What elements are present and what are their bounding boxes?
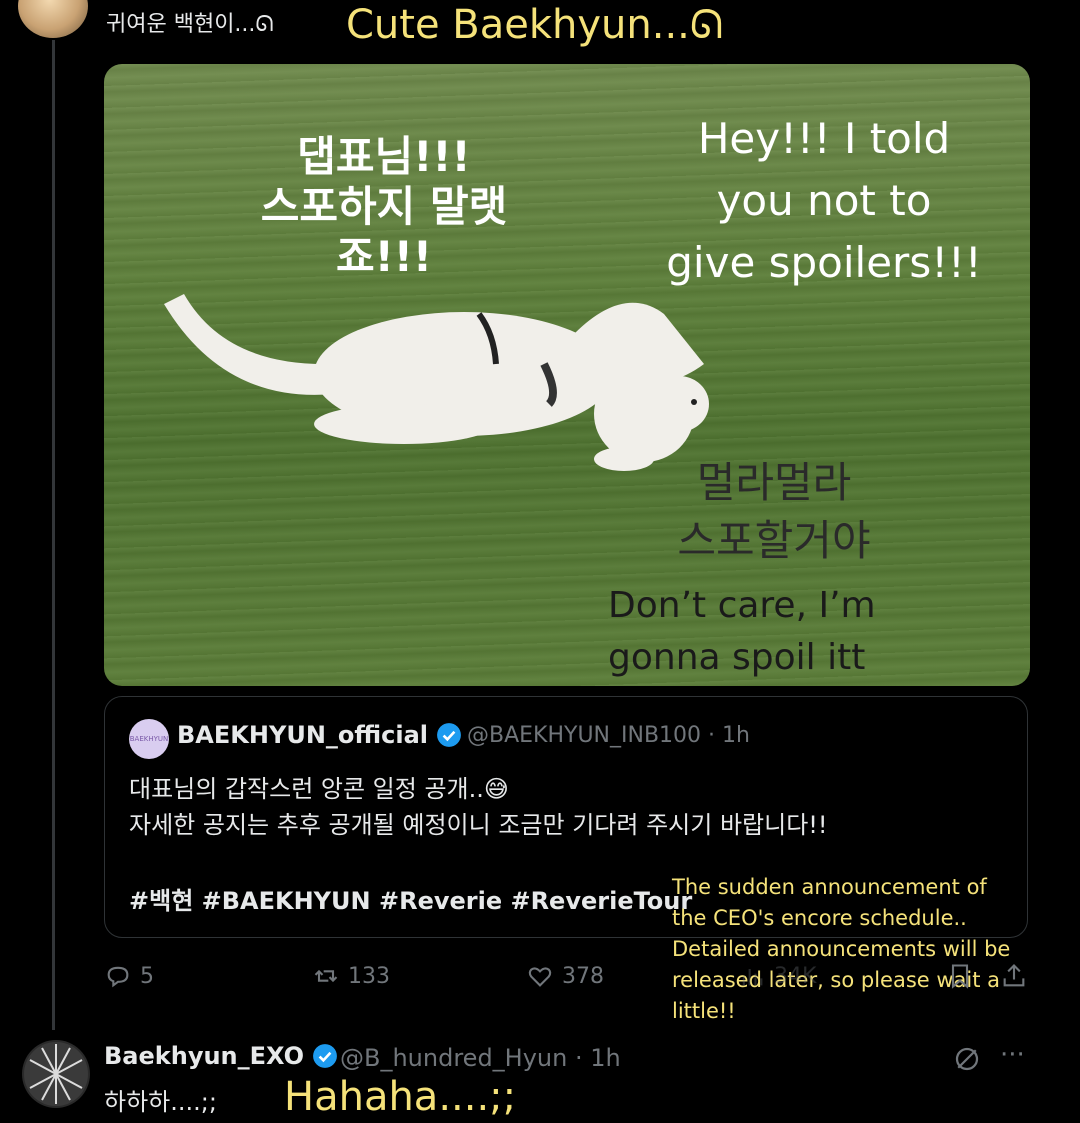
reply-button[interactable]: 5 bbox=[104, 962, 154, 990]
avatar[interactable] bbox=[18, 0, 88, 38]
translation-caption-quote: The sudden announcement of the CEO's enc… bbox=[672, 875, 1011, 1023]
post-media-image[interactable]: 댑표님!!! 스포하지 말랫죠!!! Hey!!! I told you not… bbox=[104, 64, 1030, 686]
meme-text-korean-2: 멀라멀라 스포할거야 bbox=[677, 458, 871, 565]
share-icon bbox=[1003, 964, 1025, 987]
like-button[interactable]: 378 bbox=[526, 962, 604, 990]
repost-button[interactable]: 133 bbox=[312, 962, 390, 990]
verified-badge-icon bbox=[313, 1044, 338, 1068]
quoted-post-line-1: 대표님의 갑작스런 앙콘 일정 공개..😅 bbox=[129, 775, 509, 803]
bookmark-icon bbox=[951, 964, 969, 989]
bookmark-button[interactable] bbox=[946, 962, 974, 990]
reply-count: 5 bbox=[140, 963, 154, 989]
avatar[interactable] bbox=[22, 1040, 90, 1108]
translation-caption-reply: Hahaha....;; bbox=[284, 1074, 517, 1120]
exo-logo-icon bbox=[24, 1042, 88, 1106]
quoted-avatar[interactable]: BAEKHYUN bbox=[129, 719, 169, 759]
thread-connector-line bbox=[52, 40, 55, 1030]
meme-text-english-1: Hey!!! I told you not to give spoilers!!… bbox=[666, 114, 982, 287]
quoted-post-line-2: 자세한 공지는 추후 공개될 예정이니 조금만 기다려 주시기 바랍니다!! bbox=[129, 811, 828, 839]
repost-icon bbox=[314, 969, 338, 983]
heart-icon bbox=[528, 967, 552, 987]
views-count: 34K bbox=[774, 963, 817, 989]
grok-icon[interactable] bbox=[952, 1044, 982, 1081]
reply-author-name-text[interactable]: Baekhyun_EXO bbox=[104, 1042, 304, 1070]
share-button[interactable] bbox=[1000, 962, 1028, 990]
reply-handle-time[interactable]: @B_hundred_Hyun · 1h bbox=[340, 1044, 621, 1072]
meme-text-korean-1: 댑표님!!! 스포하지 말랫죠!!! bbox=[260, 132, 508, 281]
quoted-author-name[interactable]: BAEKHYUN_official bbox=[177, 721, 462, 749]
quoted-hashtags[interactable]: #백현 #BAEKHYUN #Reverie #ReverieTour bbox=[129, 881, 692, 916]
like-count: 378 bbox=[562, 963, 604, 989]
reply-icon bbox=[107, 966, 129, 988]
slash-circle-icon bbox=[955, 1047, 979, 1071]
views-button[interactable]: 34K bbox=[738, 962, 816, 990]
repost-count: 133 bbox=[348, 963, 390, 989]
author-display-name[interactable]: 귀여운 백현이...ᘏ bbox=[106, 6, 274, 38]
views-icon bbox=[742, 969, 763, 986]
translation-caption: Cute Baekhyun...ᘏ bbox=[346, 2, 724, 48]
verified-badge-icon bbox=[437, 723, 462, 747]
reply-author-name[interactable]: Baekhyun_EXO bbox=[104, 1042, 338, 1070]
reply-post-text: 하하하....;; bbox=[104, 1088, 217, 1116]
meme-text-english-2: Don’t care, I’m gonna spoil itt bbox=[608, 585, 876, 678]
quoted-author-name-text[interactable]: BAEKHYUN_official bbox=[177, 721, 428, 749]
more-options-button[interactable]: ··· bbox=[1000, 1040, 1025, 1070]
quoted-handle-time[interactable]: @BAEKHYUN_INB100 · 1h bbox=[467, 723, 750, 748]
quoted-post-text: 대표님의 갑작스런 앙콘 일정 공개..😅 자세한 공지는 추후 공개될 예정이… bbox=[129, 771, 828, 843]
